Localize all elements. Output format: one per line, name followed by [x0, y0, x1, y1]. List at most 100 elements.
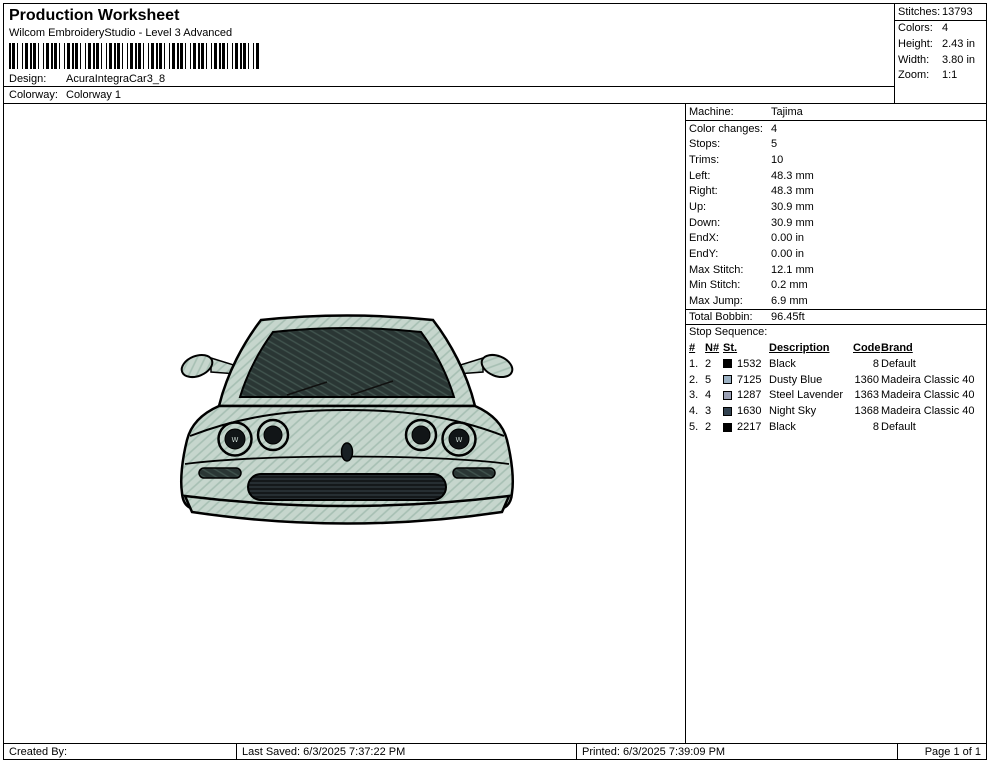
detail-value: Tajima — [771, 106, 803, 118]
car-windshield — [240, 328, 454, 397]
detail-row: EndX:0.00 in — [686, 231, 986, 247]
thread-brand: Madeira Classic 40 — [881, 389, 986, 401]
detail-row: Right:48.3 mm — [686, 183, 986, 199]
detail-row: Min Stitch:0.2 mm — [686, 278, 986, 294]
design-canvas: W W — [4, 104, 686, 743]
barcode — [9, 43, 259, 69]
summary-label: Colors: — [898, 22, 942, 34]
summary-value: 4 — [942, 22, 948, 34]
thread-color-swatch — [723, 359, 732, 368]
summary-value: 3.80 in — [942, 54, 975, 66]
stop-needle-number: 5 — [705, 374, 721, 386]
thread-description: Dusty Blue — [769, 374, 851, 386]
detail-row: Trims:10 — [686, 152, 986, 168]
detail-value: 0.2 mm — [771, 279, 808, 291]
stop-sequence-row: 2.57125Dusty Blue1360Madeira Classic 40 — [686, 372, 986, 388]
thread-code: 1368 — [853, 405, 879, 417]
stop-needle-number: 2 — [705, 358, 721, 370]
detail-value: 5 — [771, 138, 777, 150]
worksheet-sheet: Production Worksheet Wilcom EmbroiderySt… — [3, 3, 987, 760]
detail-value: 48.3 mm — [771, 170, 814, 182]
detail-value: 0.00 in — [771, 232, 804, 244]
thread-number: 1287 — [737, 389, 767, 401]
summary-value: 1:1 — [942, 69, 957, 81]
summary-value: 2.43 in — [942, 38, 975, 50]
stop-needle-number: 2 — [705, 421, 721, 433]
summary-label: Height: — [898, 38, 942, 50]
stop-sequence-row: 5.22217Black8Default — [686, 419, 986, 435]
thread-number: 2217 — [737, 421, 767, 433]
thread-description: Black — [769, 421, 851, 433]
header: Production Worksheet Wilcom EmbroiderySt… — [4, 4, 986, 104]
colorway-row: Colorway: Colorway 1 — [4, 87, 894, 102]
production-worksheet-page: Production Worksheet Wilcom EmbroiderySt… — [0, 0, 990, 762]
thread-code: 1360 — [853, 374, 879, 386]
summary-label: Width: — [898, 54, 942, 66]
detail-value: 96.45ft — [771, 311, 805, 323]
detail-row: EndY:0.00 in — [686, 246, 986, 262]
detail-row: Down:30.9 mm — [686, 215, 986, 231]
col-n: N# — [705, 342, 721, 354]
detail-label: Right: — [689, 185, 771, 197]
thread-description: Night Sky — [769, 405, 851, 417]
headlight-highlight-right: W — [456, 436, 463, 444]
detail-label: Stops: — [689, 138, 771, 150]
thread-number: 1532 — [737, 358, 767, 370]
headlight-inner-right — [412, 426, 430, 444]
detail-value: 0.00 in — [771, 248, 804, 260]
detail-value: 30.9 mm — [771, 201, 814, 213]
detail-value: 4 — [771, 123, 777, 135]
front-grille — [248, 474, 446, 500]
thread-code: 1363 — [853, 389, 879, 401]
stop-needle-number: 3 — [705, 405, 721, 417]
detail-label: Max Jump: — [689, 295, 771, 307]
stop-table-body: 1.21532Black8Default2.57125Dusty Blue136… — [686, 356, 986, 435]
summary-value: 13793 — [942, 6, 973, 18]
right-indicator-slot — [453, 468, 495, 478]
stop-row-number: 5. — [689, 421, 703, 433]
machine-panel: Machine:TajimaColor changes:4Stops:5Trim… — [686, 104, 986, 743]
stop-sequence-label: Stop Sequence: — [686, 325, 986, 341]
detail-row: Max Stitch:12.1 mm — [686, 262, 986, 278]
summary-row: Width:3.80 in — [895, 52, 986, 68]
detail-value: 48.3 mm — [771, 185, 814, 197]
detail-label: Trims: — [689, 154, 771, 166]
detail-label: Color changes: — [689, 123, 771, 135]
detail-value: 30.9 mm — [771, 217, 814, 229]
page-title: Production Worksheet — [4, 4, 894, 25]
detail-row: Up:30.9 mm — [686, 199, 986, 215]
headlight-inner-left — [264, 426, 282, 444]
thread-color-swatch — [723, 423, 732, 432]
printed-cell: Printed: 6/3/2025 7:39:09 PM — [577, 744, 898, 759]
colorway-label: Colorway: — [9, 89, 66, 101]
embroidery-design-acura-integra: W W — [169, 310, 525, 536]
design-row: Design: AcuraIntegraCar3_8 — [4, 72, 894, 87]
summary-box: Stitches:13793Colors:4Height:2.43 inWidt… — [895, 4, 986, 103]
right-mirror — [478, 351, 515, 382]
col-num: # — [689, 342, 703, 354]
detail-label: Down: — [689, 217, 771, 229]
stop-row-number: 3. — [689, 389, 703, 401]
stop-table-header: # N# St. Description Code Brand — [686, 340, 986, 356]
page-number-cell: Page 1 of 1 — [898, 744, 986, 759]
header-left: Production Worksheet Wilcom EmbroiderySt… — [4, 4, 895, 103]
headlight-highlight-left: W — [232, 436, 239, 444]
left-mirror — [178, 351, 215, 382]
col-brand: Brand — [881, 342, 986, 354]
last-saved-cell: Last Saved: 6/3/2025 7:37:22 PM — [237, 744, 577, 759]
left-indicator-slot — [199, 468, 241, 478]
detail-label: Up: — [689, 201, 771, 213]
summary-row: Height:2.43 in — [895, 36, 986, 52]
acura-emblem — [342, 443, 353, 461]
created-by-cell: Created By: — [4, 744, 237, 759]
summary-label: Stitches: — [898, 6, 942, 18]
detail-row: Total Bobbin:96.45ft — [686, 309, 986, 325]
detail-value: 12.1 mm — [771, 264, 814, 276]
app-subtitle: Wilcom EmbroideryStudio - Level 3 Advanc… — [4, 25, 894, 39]
detail-row: Left:48.3 mm — [686, 168, 986, 184]
detail-value: 6.9 mm — [771, 295, 808, 307]
stop-sequence-table: # N# St. Description Code Brand 1.21532B… — [686, 340, 986, 435]
thread-brand: Madeira Classic 40 — [881, 374, 986, 386]
stop-row-number: 2. — [689, 374, 703, 386]
thread-code: 8 — [853, 358, 879, 370]
